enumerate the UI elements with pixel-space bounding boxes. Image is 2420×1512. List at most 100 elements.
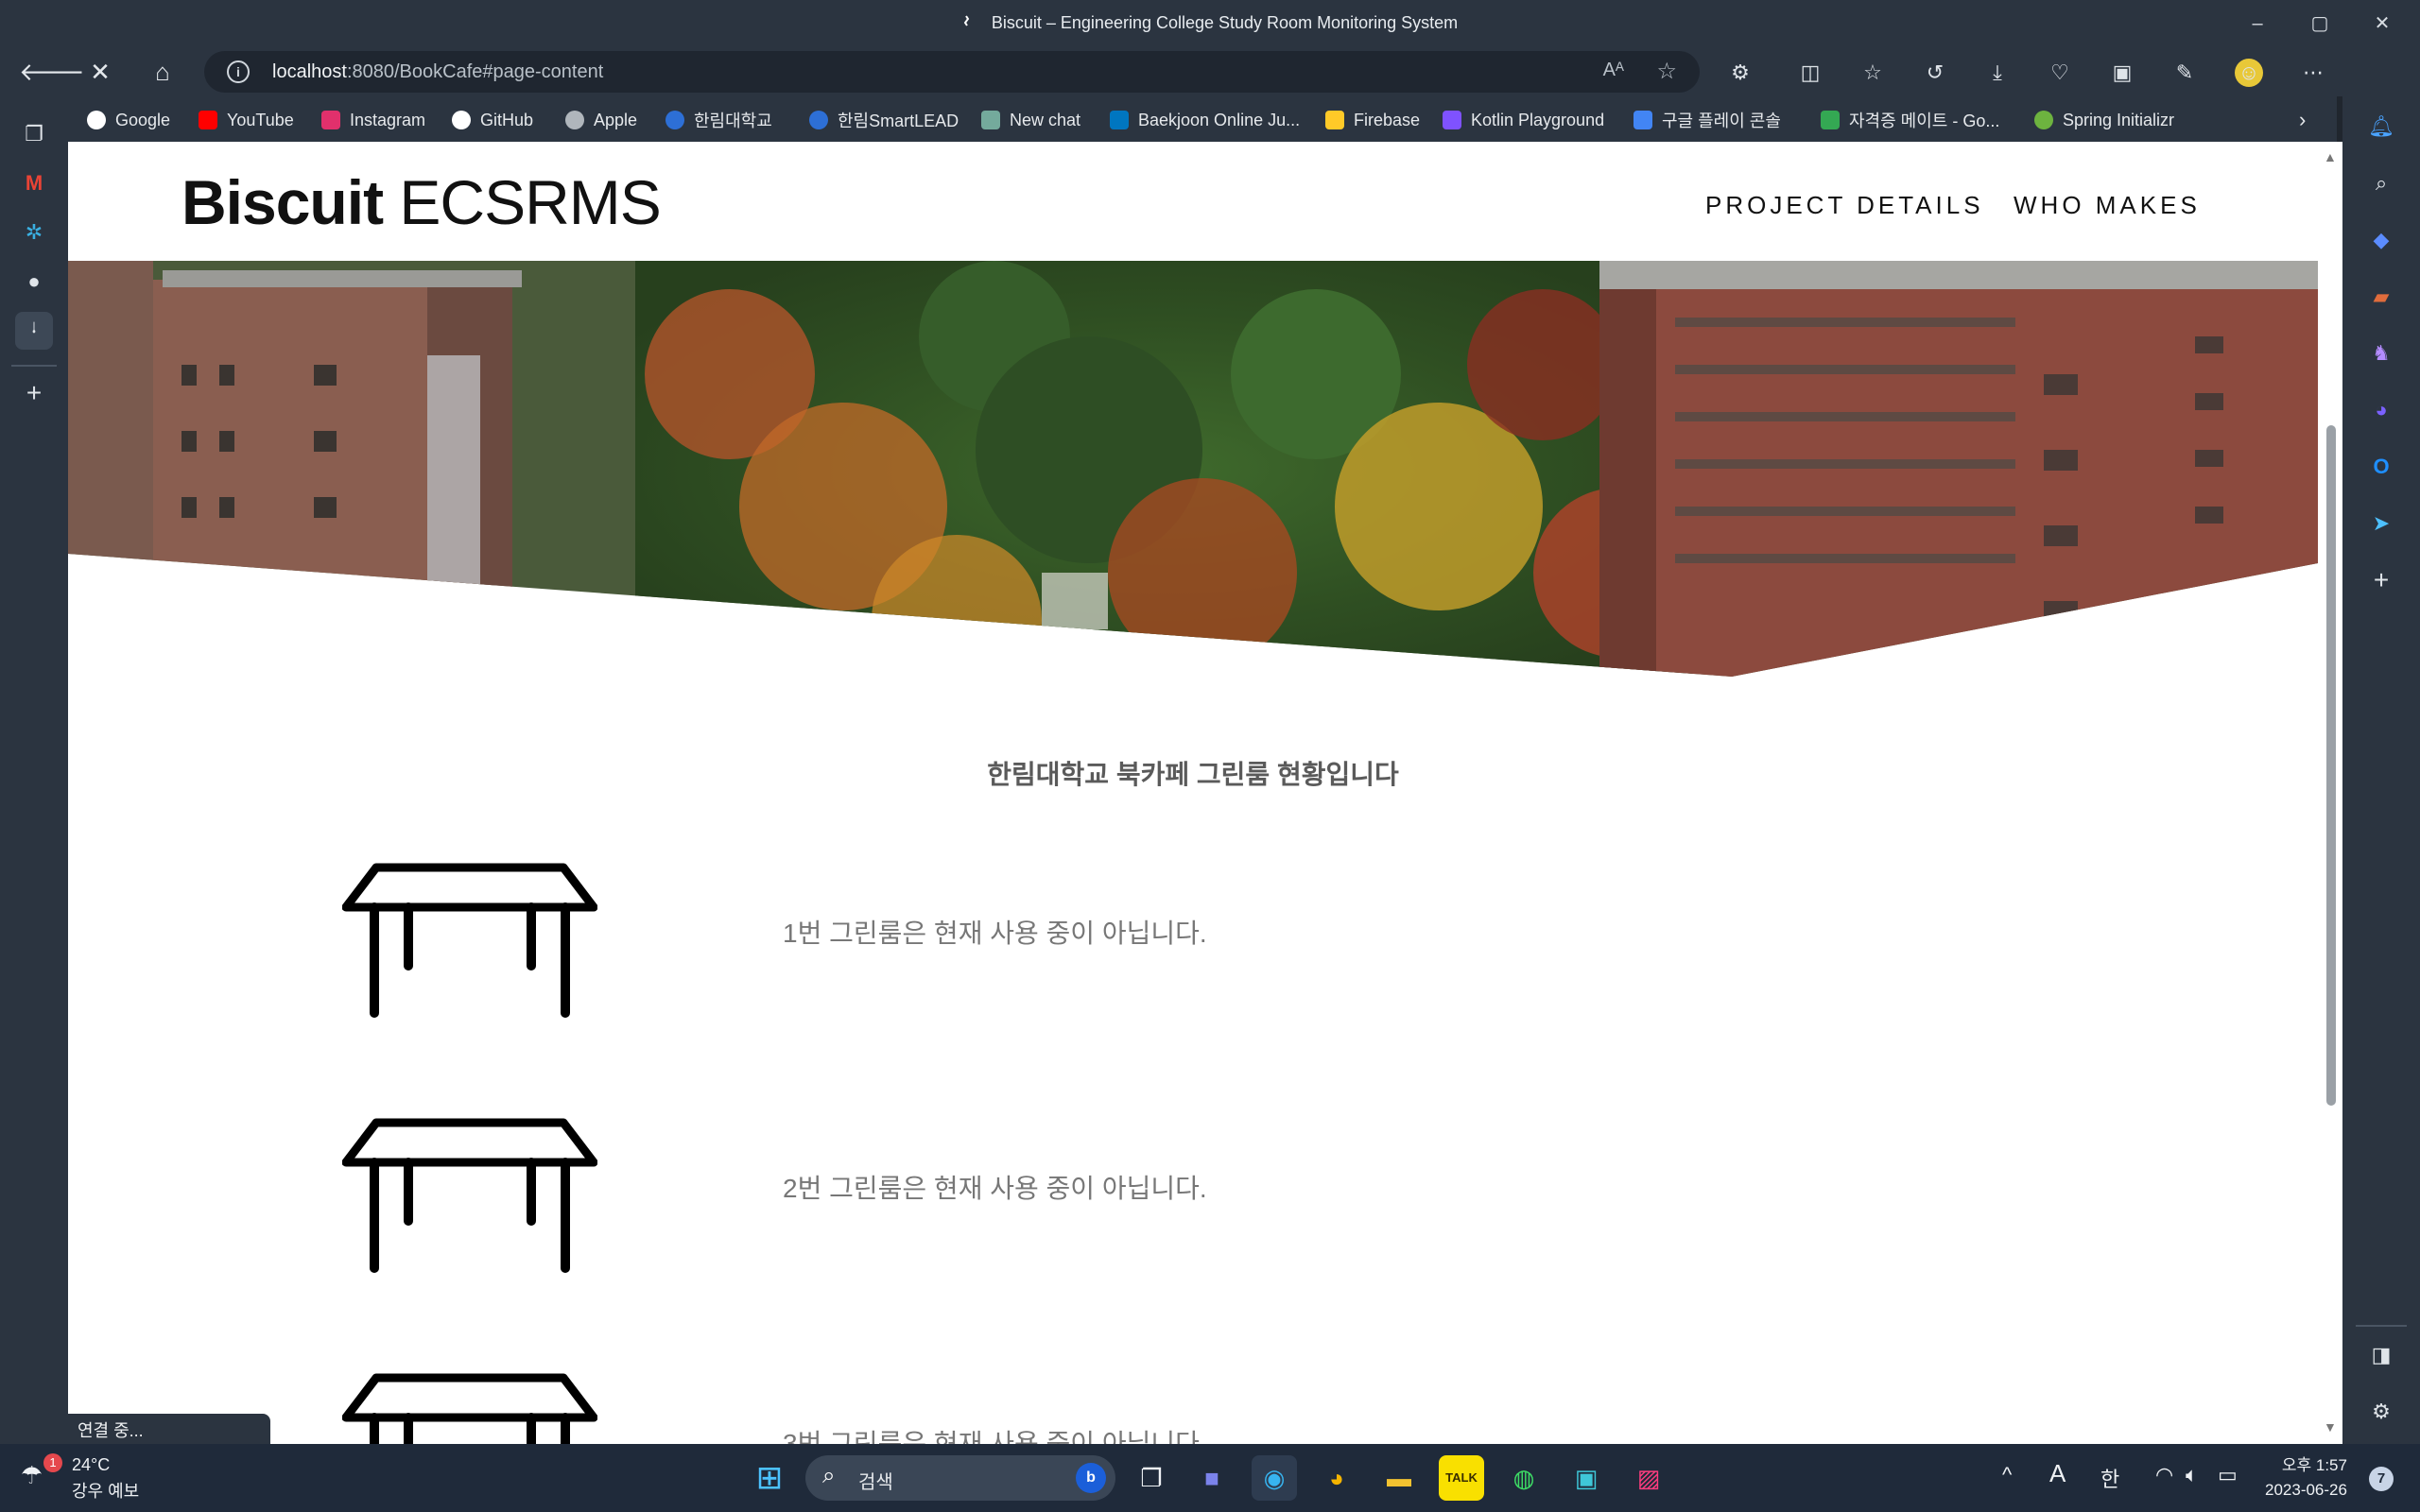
taskbar-search[interactable]: ⌕ 검색 b — [805, 1455, 1115, 1501]
clock-date: 2023-06-26 — [2265, 1481, 2347, 1499]
copilot-feedback-icon[interactable]: ✎ — [2170, 59, 2199, 87]
send-icon[interactable]: ➤ — [2362, 505, 2400, 542]
hallym-icon — [666, 111, 684, 129]
app-tab-icon[interactable]: ✲ — [15, 214, 53, 251]
show-hidden-icons-chevron-icon[interactable]: ^ — [2002, 1463, 2012, 1487]
extensions-icon[interactable]: ⚙ — [1726, 59, 1754, 87]
google-play-icon — [1821, 111, 1840, 129]
scroll-down-arrow-icon[interactable]: ▼ — [2324, 1419, 2337, 1435]
sidebar-search-icon[interactable]: ⌕ — [2362, 164, 2400, 202]
bookmark-github[interactable]: GitHub — [452, 108, 533, 132]
hide-sidebar-icon[interactable]: ◨ — [2362, 1336, 2400, 1374]
clock-time: 오후 1:57 — [2281, 1456, 2347, 1474]
nav-project-details[interactable]: PROJECT DETAILS — [1705, 191, 1984, 220]
file-explorer-icon[interactable]: ▬ — [1376, 1455, 1422, 1501]
biscuit-favicon-icon — [963, 15, 970, 26]
window-title: Biscuit – Engineering College Study Room… — [991, 13, 1459, 32]
new-tab-plus-icon[interactable]: + — [15, 374, 53, 412]
close-window-button[interactable]: ✕ — [2354, 8, 2411, 40]
edge-browser-icon[interactable]: ◉ — [1252, 1455, 1297, 1501]
url-text[interactable]: localhost:8080/BookCafe#page-content — [272, 61, 603, 83]
battery-icon[interactable]: ▭ — [2218, 1463, 2238, 1487]
vertical-tabs-sidebar: ❐ M ✲ ● ᛍ + — [0, 96, 68, 1444]
bookmarks-overflow-chevron-icon[interactable]: › — [2299, 108, 2306, 132]
smartlead-icon — [809, 111, 828, 129]
greenroom-2: 2번 그린룸은 현재 사용 중이 아닙니다. — [342, 1117, 2044, 1287]
address-bar[interactable]: i localhost:8080/BookCafe#page-content A… — [204, 51, 1700, 93]
back-button[interactable]: 🡐 — [19, 53, 85, 91]
windows-start-icon[interactable]: ⊞ — [747, 1455, 792, 1501]
task-view-icon[interactable]: ❐ — [1129, 1455, 1174, 1501]
bookmark-instagram[interactable]: Instagram — [321, 108, 425, 132]
right-sidebar: 🔔︎ ⌕ ◆ ▰ ♞ ◕ O ➤ + ◨ ⚙ — [2342, 47, 2420, 1444]
scroll-up-arrow-icon[interactable]: ▲ — [2324, 149, 2337, 164]
kakaotalk-icon[interactable]: TALK — [1439, 1455, 1484, 1501]
github-icon — [452, 111, 471, 129]
bing-search-icon: b — [1076, 1463, 1106, 1493]
ime-korean-toggle[interactable]: 한 — [2100, 1463, 2119, 1493]
table-icon — [342, 863, 597, 1018]
nav-who-makes[interactable]: WHO MAKES — [2014, 191, 2201, 220]
kotlin-icon — [1443, 111, 1461, 129]
shopping-tag-icon[interactable]: ◆ — [2362, 221, 2400, 259]
maximize-button[interactable]: ▢ — [2291, 8, 2348, 40]
favorite-star-icon[interactable]: ☆ — [1656, 58, 1677, 85]
connection-status-bubble: 연결 중... — [68, 1414, 270, 1444]
games-icon[interactable]: ♞ — [2362, 335, 2400, 372]
sidebar-settings-gear-icon[interactable]: ⚙ — [2362, 1393, 2400, 1431]
green-app-icon[interactable]: ◍ — [1501, 1455, 1547, 1501]
web-page-viewport: Biscuit ECSRMS PROJECT DETAILS WHO MAKES — [68, 142, 2318, 1444]
bookmark-youtube[interactable]: YouTube — [199, 108, 294, 132]
page-heading: 한림대학교 북카페 그린룸 현황입니다 — [987, 760, 1399, 789]
chrome-icon[interactable]: ◕ — [1314, 1455, 1359, 1501]
office-icon[interactable]: ◕ — [2362, 391, 2400, 429]
bookmark-firebase[interactable]: Firebase — [1325, 108, 1420, 132]
profile-avatar[interactable]: ☺ — [2235, 59, 2263, 87]
favorites-icon[interactable]: ☆ — [1858, 59, 1887, 87]
bookmark-play-console[interactable]: 구글 플레이 콘솔 — [1634, 108, 1781, 132]
google-icon — [87, 111, 106, 129]
screenshot-icon[interactable]: ▣ — [2108, 59, 2136, 87]
bookmark-apple[interactable]: Apple — [565, 108, 637, 132]
bookmark-google[interactable]: Google — [87, 108, 170, 132]
bookmark-cert-mate[interactable]: 자격증 메이트 - Go... — [1821, 108, 1999, 132]
bookmark-kotlin[interactable]: Kotlin Playground — [1443, 108, 1604, 132]
performance-icon[interactable]: ♡ — [2046, 59, 2074, 87]
biscuit-active-tab-icon[interactable]: ᛍ — [15, 312, 53, 350]
ime-mode-a[interactable]: A — [2049, 1459, 2066, 1488]
intellij-idea-icon[interactable]: ▨ — [1626, 1455, 1671, 1501]
site-info-icon[interactable]: i — [227, 60, 250, 83]
more-menu-icon[interactable]: ⋯ — [2299, 59, 2327, 87]
gmail-tab-icon[interactable]: M — [15, 164, 53, 202]
bookmark-baekjoon[interactable]: Baekjoon Online Ju... — [1110, 108, 1300, 132]
github-tab-icon[interactable]: ● — [15, 263, 53, 301]
site-brand[interactable]: Biscuit ECSRMS — [182, 166, 662, 238]
outlook-icon[interactable]: O — [2362, 448, 2400, 486]
table-icon — [342, 1118, 597, 1273]
bookmark-new-chat[interactable]: New chat — [981, 108, 1080, 132]
wifi-icon[interactable]: ◠ — [2155, 1463, 2173, 1487]
history-icon[interactable]: ↺ — [1921, 59, 1949, 87]
tab-actions-icon[interactable]: ❐ — [15, 115, 53, 153]
bookmark-hallym[interactable]: 한림대학교 — [666, 108, 772, 132]
windows-taskbar: ☂ 1 24°C 강우 예보 ⊞ ⌕ 검색 b ❐ ■ ◉ ◕ ▬ TALK ◍… — [0, 1444, 2420, 1512]
read-aloud-icon[interactable]: Aᴬ — [1603, 60, 1624, 81]
terminal-app-icon[interactable]: ▣ — [1564, 1455, 1609, 1501]
volume-icon[interactable]: 🔈︎ — [2186, 1463, 2198, 1487]
split-screen-icon[interactable]: ◫ — [1796, 59, 1824, 87]
notifications-bell-icon[interactable]: 🔔︎ — [2362, 108, 2400, 146]
tools-briefcase-icon[interactable]: ▰ — [2362, 278, 2400, 316]
navigation-bar: 🡐 ✕ ⌂ i localhost:8080/BookCafe#page-con… — [0, 47, 2420, 96]
bookmark-smartlead[interactable]: 한림SmartLEAD — [809, 108, 959, 132]
notification-count-badge[interactable]: 7 — [2369, 1467, 2394, 1491]
bookmark-spring[interactable]: Spring Initializr — [2034, 108, 2174, 132]
minimize-button[interactable]: – — [2229, 8, 2286, 40]
home-button[interactable]: ⌂ — [142, 53, 183, 91]
system-clock[interactable]: 오후 1:57 2023-06-26 — [2265, 1453, 2347, 1503]
teams-chat-icon[interactable]: ■ — [1189, 1455, 1235, 1501]
page-scrollbar[interactable]: ▲ ▼ — [2318, 142, 2342, 1444]
downloads-icon[interactable]: ⤓ — [1983, 59, 2012, 87]
scrollbar-thumb[interactable] — [2326, 425, 2336, 1106]
stop-loading-button[interactable]: ✕ — [79, 53, 121, 91]
add-sidebar-app-icon[interactable]: + — [2362, 561, 2400, 599]
